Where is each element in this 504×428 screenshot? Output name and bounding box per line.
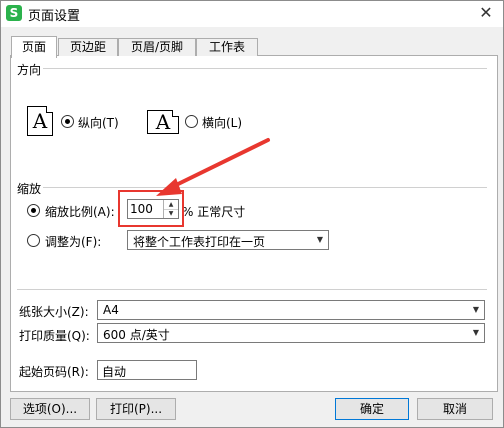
fit-select[interactable]: 将整个工作表打印在一页 ▼	[127, 230, 329, 250]
fit-radio[interactable]	[27, 234, 40, 247]
portrait-radio[interactable]	[61, 115, 74, 128]
scale-radio[interactable]	[27, 204, 40, 217]
landscape-letter: A	[155, 110, 171, 134]
highlight-box	[118, 190, 184, 227]
start-page-label: 起始页码(R):	[19, 365, 89, 379]
chevron-down-icon: ▼	[316, 235, 323, 244]
print-quality-select[interactable]: 600 点/英寸 ▼	[97, 323, 485, 343]
orientation-divider	[17, 68, 487, 69]
close-button[interactable]: ✕	[473, 3, 499, 23]
scaling-section-label: 缩放	[17, 180, 44, 197]
paper-size-label: 纸张大小(Z):	[19, 305, 89, 319]
ok-button[interactable]: 确定	[335, 398, 409, 420]
landscape-radio[interactable]	[185, 115, 198, 128]
cancel-button[interactable]: 取消	[417, 398, 493, 420]
page-fold-icon	[172, 110, 179, 117]
paper-size-select[interactable]: A4 ▼	[97, 300, 485, 320]
fit-select-value: 将整个工作表打印在一页	[133, 235, 266, 249]
tab-page[interactable]: 页面	[11, 36, 57, 58]
tab-margins[interactable]: 页边距	[58, 38, 118, 56]
page-setup-dialog: S 页面设置 ✕ 页面 页边距 页眉/页脚 工作表 方向 A 纵向(T) A 横…	[0, 0, 504, 428]
portrait-page-icon: A	[27, 106, 53, 136]
paper-divider	[17, 289, 487, 290]
portrait-label: 纵向(T)	[78, 116, 119, 130]
orientation-section-label: 方向	[17, 61, 44, 78]
scale-suffix: % 正常尺寸	[182, 205, 246, 219]
start-page-input[interactable]: 自动	[97, 360, 197, 380]
print-button[interactable]: 打印(P)...	[96, 398, 176, 420]
tab-header-footer[interactable]: 页眉/页脚	[118, 38, 196, 56]
title-bar[interactable]: S 页面设置 ✕	[1, 1, 503, 27]
start-page-value: 自动	[102, 365, 127, 379]
print-quality-value: 600 点/英寸	[103, 328, 170, 342]
page-fold-icon	[46, 106, 53, 113]
window-title: 页面设置	[28, 9, 81, 24]
chevron-down-icon: ▼	[472, 305, 479, 314]
app-logo-icon: S	[6, 5, 22, 21]
scale-label: 缩放比例(A):	[45, 205, 115, 219]
print-quality-label: 打印质量(Q):	[19, 329, 90, 343]
landscape-page-icon: A	[147, 110, 179, 134]
landscape-label: 横向(L)	[202, 116, 243, 130]
chevron-down-icon: ▼	[472, 328, 479, 337]
tab-sheet[interactable]: 工作表	[196, 38, 258, 56]
scaling-divider	[17, 187, 487, 188]
fit-label: 调整为(F):	[45, 235, 102, 249]
paper-size-value: A4	[103, 303, 119, 317]
options-button[interactable]: 选项(O)...	[10, 398, 90, 420]
